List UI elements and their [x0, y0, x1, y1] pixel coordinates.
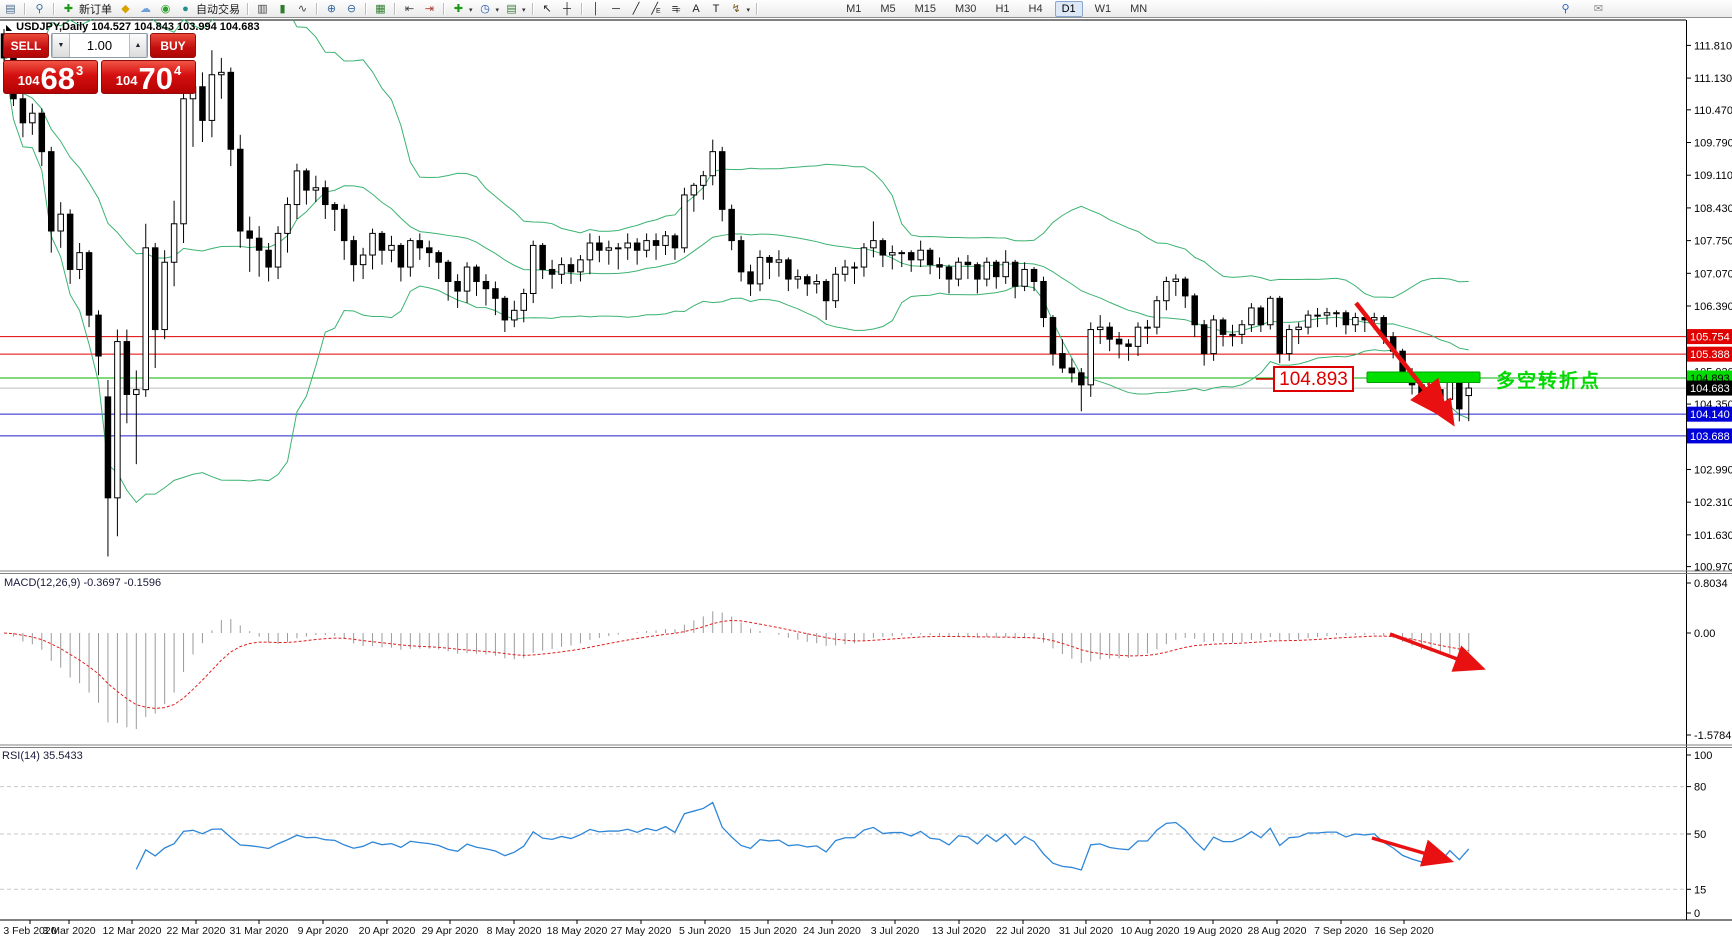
chart-symbol-icon: ◣	[6, 23, 12, 32]
price-tick-label: 109.110	[1694, 170, 1732, 182]
one-click-trading-panel: SELL ▼ 1.00 ▲ BUY 104 68 3 104 70 4	[3, 33, 196, 94]
date-tick-label: 31 Mar 2020	[230, 925, 289, 937]
svg-text:105.388: 105.388	[1690, 349, 1730, 361]
axis-price-label-104.683: 104.683	[1687, 381, 1732, 396]
chart-title: ◣ USDJPY,Daily 104.527 104.843 103.994 10…	[6, 21, 260, 33]
rsi-tick-label: 80	[1694, 782, 1706, 794]
date-tick-label: 9 Apr 2020	[298, 925, 349, 937]
chart-canvas: 104.893 多空转折点 MACD(12,26,9) -0.3697 -0.159…	[0, 0, 1732, 938]
date-tick-label: 31 Jul 2020	[1059, 925, 1113, 937]
svg-text:104.140: 104.140	[1690, 409, 1730, 421]
macd-tick-label: -1.5784	[1694, 730, 1731, 742]
rsi-tick-label: 15	[1694, 884, 1706, 896]
date-tick-label: 8 May 2020	[487, 925, 542, 937]
date-tick-label: 29 Apr 2020	[422, 925, 479, 937]
volume-value[interactable]: 1.00	[70, 34, 129, 57]
date-tick-label: 28 Aug 2020	[1248, 925, 1307, 937]
price-callout-text: 104.893	[1279, 369, 1348, 390]
buy-price-pips: 70	[138, 66, 172, 92]
price-tick-label: 100.970	[1694, 562, 1732, 574]
price-tick-label: 102.990	[1694, 464, 1732, 476]
sell-price-point: 3	[76, 63, 83, 78]
sell-button[interactable]: SELL	[3, 33, 49, 58]
sell-price-figure: 104	[18, 73, 40, 88]
buy-button[interactable]: BUY	[150, 33, 196, 58]
price-tick-label: 111.810	[1694, 40, 1732, 52]
rsi-tick-label: 100	[1694, 750, 1712, 762]
axis-price-label-105.754: 105.754	[1687, 329, 1732, 344]
axis-price-label-105.388: 105.388	[1687, 347, 1732, 362]
price-tick-label: 111.130	[1694, 73, 1732, 85]
macd-tick-label: 0.00	[1694, 628, 1715, 640]
date-tick-label: 20 Apr 2020	[359, 925, 416, 937]
svg-text:105.754: 105.754	[1690, 332, 1730, 344]
date-tick-label: 15 Jun 2020	[739, 925, 797, 937]
price-tick-label: 106.390	[1694, 301, 1732, 313]
axis-price-label-104.14: 104.140	[1687, 407, 1732, 422]
rsi-tick-label: 0	[1694, 908, 1700, 920]
svg-text:104.683: 104.683	[1690, 383, 1730, 395]
date-tick-label: 24 Jun 2020	[803, 925, 861, 937]
date-tick-label: 3 Jul 2020	[871, 925, 920, 937]
date-tick-label: 3 Mar 2020	[42, 925, 95, 937]
sell-price-pips: 68	[40, 66, 74, 92]
date-tick-label: 7 Sep 2020	[1314, 925, 1368, 937]
buy-price-button[interactable]: 104 70 4	[101, 60, 196, 94]
chart-title-text: USDJPY,Daily 104.527 104.843 103.994 104…	[16, 21, 259, 33]
date-tick-label: 22 Jul 2020	[996, 925, 1050, 937]
rsi-tick-label: 50	[1694, 829, 1706, 841]
sell-price-button[interactable]: 104 68 3	[3, 60, 98, 94]
price-tick-label: 107.070	[1694, 268, 1732, 280]
date-tick-label: 18 May 2020	[547, 925, 608, 937]
turning-point-label[interactable]: 多空转折点	[1496, 369, 1601, 392]
date-tick-label: 13 Jul 2020	[932, 925, 986, 937]
svg-text:103.688: 103.688	[1690, 431, 1730, 443]
macd-indicator-label: MACD(12,26,9) -0.3697 -0.1596	[4, 577, 161, 589]
volume-spinner: ▼ 1.00 ▲	[51, 33, 148, 58]
date-tick-label: 27 May 2020	[611, 925, 672, 937]
date-tick-label: 12 Mar 2020	[103, 925, 162, 937]
rsi-indicator-label: RSI(14) 35.5433	[2, 750, 83, 762]
price-tick-label: 109.790	[1694, 138, 1732, 150]
price-tick-label: 110.470	[1694, 105, 1732, 117]
date-tick-label: 19 Aug 2020	[1184, 925, 1243, 937]
mt4-window: ▤⚲✚新订单◆☁◉●自动交易▥▮∿⊕⊖▦⇤⇥✚▾◷▾▤▾↖┼│─╱╱E≡FAT↯…	[0, 0, 1732, 938]
buy-price-point: 4	[174, 63, 181, 78]
turning-point-highlight-bar[interactable]	[1367, 372, 1480, 383]
date-tick-label: 5 Jun 2020	[679, 925, 731, 937]
buy-price-figure: 104	[116, 73, 138, 88]
date-tick-label: 22 Mar 2020	[167, 925, 226, 937]
price-tick-label: 102.310	[1694, 497, 1732, 509]
axis-price-label-103.688: 103.688	[1687, 428, 1732, 443]
date-tick-label: 10 Aug 2020	[1121, 925, 1180, 937]
price-tick-label: 101.630	[1694, 530, 1732, 542]
price-tick-label: 108.430	[1694, 203, 1732, 215]
macd-tick-label: 0.8034	[1694, 578, 1728, 590]
price-tick-label: 107.750	[1694, 236, 1732, 248]
volume-increase-button[interactable]: ▲	[129, 34, 147, 57]
volume-decrease-button[interactable]: ▼	[52, 34, 70, 57]
date-tick-label: 16 Sep 2020	[1374, 925, 1434, 937]
